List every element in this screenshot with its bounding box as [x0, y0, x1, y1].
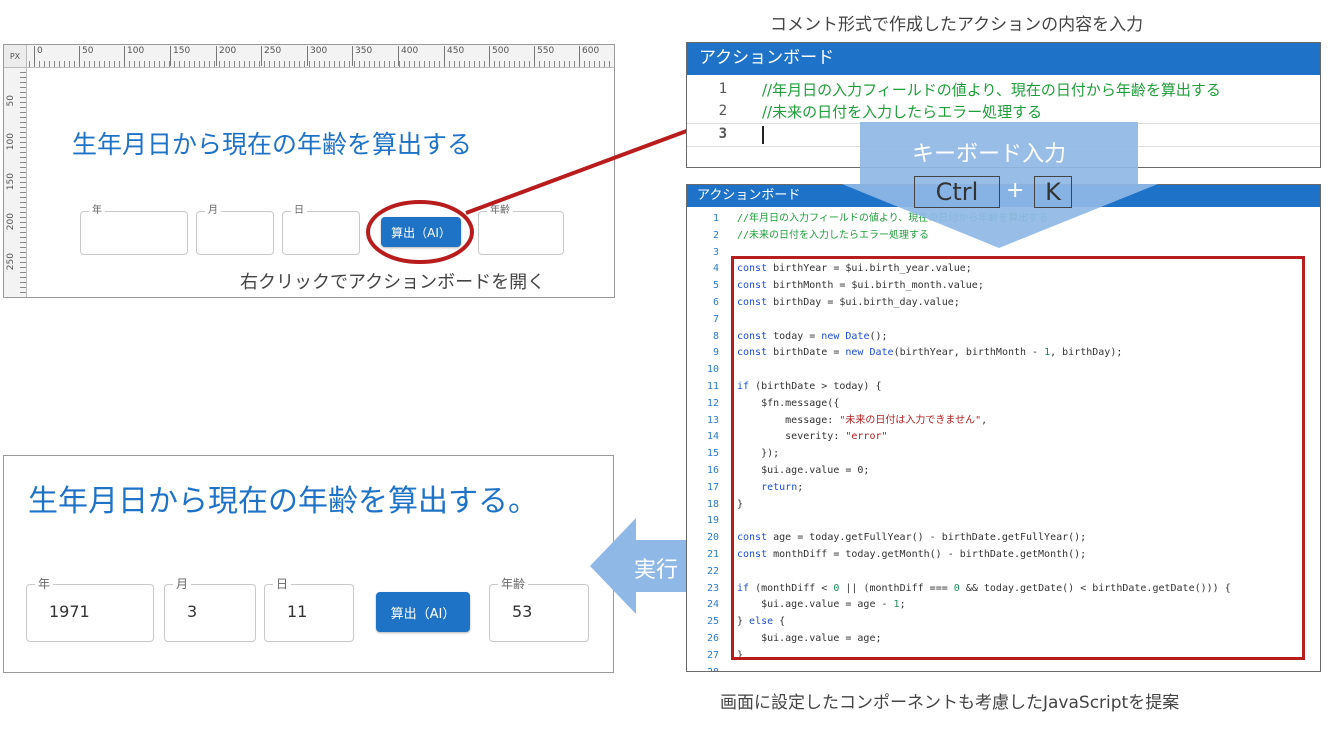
- code-line-number: 3: [712, 246, 719, 258]
- text-cursor: [762, 126, 764, 144]
- result-age-value: 53: [512, 602, 533, 621]
- code-line-number: 20: [706, 532, 719, 544]
- code-line-number: 8: [712, 330, 719, 342]
- code-line-number: 28: [687, 665, 719, 671]
- code-line-number: 24: [706, 599, 719, 611]
- line-number: 1: [718, 81, 727, 97]
- action-board-header: アクションボード: [687, 43, 1320, 75]
- code-line-number: 6: [712, 297, 719, 308]
- result-day-label: 日: [273, 577, 292, 591]
- result-year-value: 1971: [49, 602, 90, 621]
- comment-line: 2 //未来の日付を入力したらエラー処理する: [687, 101, 1320, 123]
- result-calculate-ai-button[interactable]: 算出（AI）: [376, 592, 470, 632]
- result-month-value: 3: [187, 602, 198, 621]
- code-line[interactable]: 3: [687, 245, 737, 262]
- result-day-field[interactable]: 日 11: [264, 577, 354, 642]
- code-line-number: 21: [706, 549, 719, 560]
- code-line-number: 14: [706, 431, 719, 443]
- code-line-number: 25: [706, 616, 719, 628]
- top-right-caption: コメント形式で作成したアクションの内容を入力: [770, 15, 1144, 35]
- code-line-number: 23: [706, 582, 719, 594]
- generated-code-highlight: [731, 256, 1305, 660]
- code-line-number: 2: [712, 229, 719, 241]
- code-line-number: 1: [712, 213, 719, 224]
- result-preview-panel: 生年月日から現在の年齢を算出する。 年 1971 月 3 日 11 算出（AI）…: [3, 455, 614, 673]
- plus-sign: +: [1006, 178, 1025, 203]
- code-line-number: 13: [706, 414, 719, 426]
- code-line-number: 5: [712, 280, 719, 292]
- code-line-number: 15: [706, 448, 719, 460]
- highlight-ellipse: [366, 200, 474, 264]
- result-year-field[interactable]: 年 1971: [26, 577, 154, 642]
- k-key: K: [1034, 176, 1072, 208]
- code-line[interactable]: 10: [687, 362, 737, 379]
- result-month-label: 月: [173, 577, 192, 591]
- code-line-number: 9: [712, 347, 719, 359]
- keyboard-input-label: キーボード入力: [912, 142, 1067, 167]
- line-number: 3: [718, 126, 727, 142]
- code-line[interactable]: 7: [687, 312, 737, 329]
- code-line-number: 4: [712, 263, 719, 275]
- result-page-title: 生年月日から現在の年齢を算出する。: [28, 484, 538, 519]
- code-line-number: 22: [706, 565, 719, 577]
- code-line-number: 16: [706, 465, 719, 476]
- line-number: 2: [718, 103, 727, 119]
- code-line-number: 27: [706, 649, 719, 661]
- code-line-number: 17: [706, 481, 719, 493]
- comment-line: 1 //年月日の入力フィールドの値より、現在の日付から年齢を算出する: [687, 79, 1320, 101]
- result-month-field[interactable]: 月 3: [164, 577, 256, 642]
- code-line-number: 11: [706, 381, 719, 392]
- result-year-label: 年: [35, 577, 54, 591]
- code-line[interactable]: 19: [687, 513, 737, 530]
- code-line-number: 26: [706, 633, 719, 644]
- result-age-field[interactable]: 年齢 53: [489, 577, 589, 642]
- connector-arrow-line: [465, 124, 701, 215]
- code-line-number: 7: [712, 313, 719, 325]
- result-day-value: 11: [287, 602, 308, 621]
- code-line-number: 10: [706, 364, 719, 376]
- execute-label: 実行: [634, 558, 679, 583]
- ruler-unit: PX: [4, 45, 27, 68]
- comment-text[interactable]: //未来の日付を入力したらエラー処理する: [762, 101, 1042, 122]
- code-line[interactable]: 28: [687, 665, 737, 671]
- bottom-right-caption: 画面に設定したコンポーネントも考慮したJavaScriptを提案: [720, 693, 1180, 713]
- code-line-number: 12: [706, 397, 719, 409]
- comment-text[interactable]: //年月日の入力フィールドの値より、現在の日付から年齢を算出する: [762, 79, 1221, 100]
- code-line[interactable]: 22: [687, 564, 737, 581]
- ctrl-key: Ctrl: [914, 176, 1000, 208]
- code-line-number: 19: [706, 515, 719, 527]
- result-age-label: 年齢: [498, 577, 529, 591]
- code-line-number: 18: [706, 498, 719, 510]
